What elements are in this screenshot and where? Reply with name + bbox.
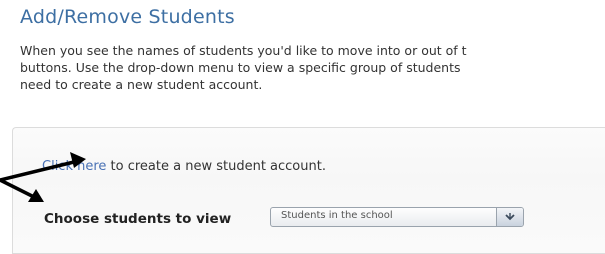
arrow-icon xyxy=(0,152,86,202)
intro-line-3: need to create a new student account. xyxy=(20,77,263,92)
intro-text: When you see the names of students you'd… xyxy=(20,42,605,93)
intro-line-1: When you see the names of students you'd… xyxy=(20,43,467,58)
choose-students-label: Choose students to view xyxy=(44,211,232,227)
intro-line-2: buttons. Use the drop-down menu to view … xyxy=(20,60,461,75)
student-panel xyxy=(12,127,605,254)
select-value: Students in the school xyxy=(281,210,393,221)
students-view-select[interactable]: Students in the school xyxy=(270,207,524,227)
select-dropdown-button[interactable] xyxy=(496,208,523,226)
chevron-down-icon xyxy=(505,213,515,221)
create-account-text: to create a new student account. xyxy=(106,159,326,174)
page-title: Add/Remove Students xyxy=(20,6,235,28)
